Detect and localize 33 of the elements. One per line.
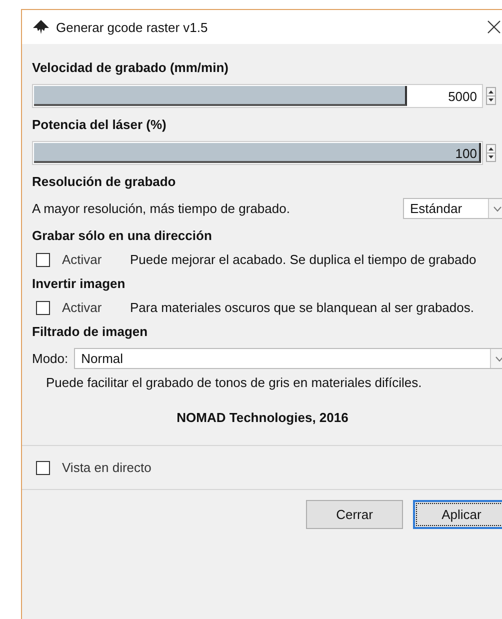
- spin-buttons-icon: [486, 144, 496, 162]
- checkbox-label[interactable]: Vista en directo: [62, 460, 152, 475]
- slider-value: 5000: [448, 88, 478, 104]
- credit-text: NOMAD Technologies, 2016: [22, 410, 502, 446]
- section-heading: Grabar sólo en una dirección: [32, 228, 213, 243]
- section-heading: Filtrado de imagen: [32, 324, 149, 339]
- slider[interactable]: 5000: [32, 84, 483, 108]
- spin-buttons-icon: [486, 87, 496, 105]
- section-heading: Potencia del láser (%): [32, 117, 168, 132]
- description-text: A mayor resolución, más tiempo de grabado.: [32, 201, 290, 216]
- checkbox[interactable]: [36, 460, 50, 474]
- section-heading: Invertir imagen: [32, 276, 126, 291]
- section-heading: Velocidad de grabado (mm/min): [32, 60, 230, 75]
- close-icon: [487, 20, 501, 34]
- checkbox-label[interactable]: Activar: [62, 252, 124, 267]
- dropdown[interactable]: Estándar: [403, 198, 502, 219]
- chevron-down-icon: [494, 356, 502, 362]
- description-text: Para materiales oscuros que se blanquean al ser grabados.: [130, 300, 474, 315]
- description-text: Puede mejorar el acabado. Se duplica el tiempo de grabado: [130, 252, 476, 267]
- window-title: Generar gcode raster v1.5: [56, 20, 209, 34]
- dialog-button[interactable]: Cerrar: [306, 500, 403, 529]
- field-label: Modo:: [32, 351, 68, 366]
- slider[interactable]: 100: [32, 141, 483, 165]
- app-logo-icon: [32, 19, 50, 35]
- description-text: Puede facilitar el grabado de tonos de gris en materiales difíciles.: [45, 375, 423, 390]
- checkbox[interactable]: [36, 252, 50, 266]
- dialog-button[interactable]: Aplicar: [413, 500, 502, 529]
- checkbox[interactable]: [36, 300, 50, 314]
- checkbox-label[interactable]: Activar: [62, 300, 124, 315]
- slider-value: 100: [455, 146, 478, 160]
- dropdown[interactable]: Normal: [74, 348, 502, 369]
- chevron-down-icon: [492, 206, 502, 212]
- section-heading: Resolución de grabado: [32, 174, 177, 189]
